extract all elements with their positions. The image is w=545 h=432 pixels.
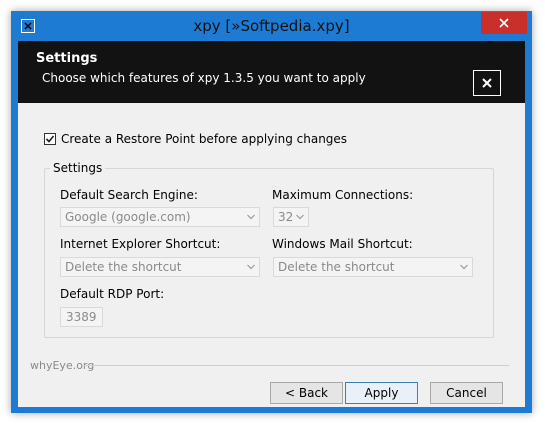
settings-group-label: Settings bbox=[50, 161, 106, 175]
title-bar[interactable]: xpy [»Softpedia.xpy] bbox=[11, 11, 532, 41]
footer-divider bbox=[84, 365, 509, 366]
mail-shortcut-value: Delete the shortcut bbox=[278, 260, 395, 274]
cancel-button[interactable]: Cancel bbox=[430, 382, 503, 404]
header-subtitle: Choose which features of xpy 1.3.5 you w… bbox=[42, 71, 366, 85]
header-close-button[interactable] bbox=[473, 70, 501, 96]
restore-point-label: Create a Restore Point before applying c… bbox=[61, 132, 348, 146]
ie-shortcut-label: Internet Explorer Shortcut: bbox=[60, 237, 221, 251]
window-close-button[interactable] bbox=[481, 12, 527, 34]
rdp-port-label: Default RDP Port: bbox=[60, 287, 165, 301]
chevron-down-icon bbox=[296, 214, 304, 220]
ie-shortcut-select[interactable]: Delete the shortcut bbox=[60, 257, 260, 277]
mail-shortcut-label: Windows Mail Shortcut: bbox=[272, 237, 413, 251]
close-icon bbox=[499, 18, 509, 28]
close-icon bbox=[482, 78, 492, 88]
back-button[interactable]: < Back bbox=[270, 382, 343, 404]
restore-point-option[interactable]: Create a Restore Point before applying c… bbox=[44, 132, 347, 146]
restore-point-checkbox[interactable] bbox=[44, 133, 56, 145]
chevron-down-icon bbox=[247, 264, 255, 270]
max-connections-select[interactable]: 32 bbox=[273, 207, 309, 227]
checkmark-icon bbox=[45, 135, 55, 143]
chevron-down-icon bbox=[460, 264, 468, 270]
search-engine-select[interactable]: Google (google.com) bbox=[60, 207, 260, 227]
chevron-down-icon bbox=[247, 214, 255, 220]
window-title: xpy [»Softpedia.xpy] bbox=[193, 17, 350, 35]
search-engine-label: Default Search Engine: bbox=[60, 188, 198, 202]
max-connections-value: 32 bbox=[278, 210, 294, 224]
ie-shortcut-value: Delete the shortcut bbox=[65, 260, 182, 274]
mail-shortcut-select[interactable]: Delete the shortcut bbox=[273, 257, 473, 277]
header-title: Settings bbox=[36, 51, 98, 66]
dialog-body: Settings Choose which features of xpy 1.… bbox=[18, 41, 525, 407]
apply-button[interactable]: Apply bbox=[345, 382, 418, 404]
max-connections-label: Maximum Connections: bbox=[272, 188, 414, 202]
rdp-port-input[interactable]: 3389 bbox=[60, 307, 103, 327]
search-engine-value: Google (google.com) bbox=[65, 210, 191, 224]
settings-header: Settings Choose which features of xpy 1.… bbox=[18, 41, 525, 103]
app-window: xpy [»Softpedia.xpy] Settings Choose whi… bbox=[11, 11, 532, 413]
